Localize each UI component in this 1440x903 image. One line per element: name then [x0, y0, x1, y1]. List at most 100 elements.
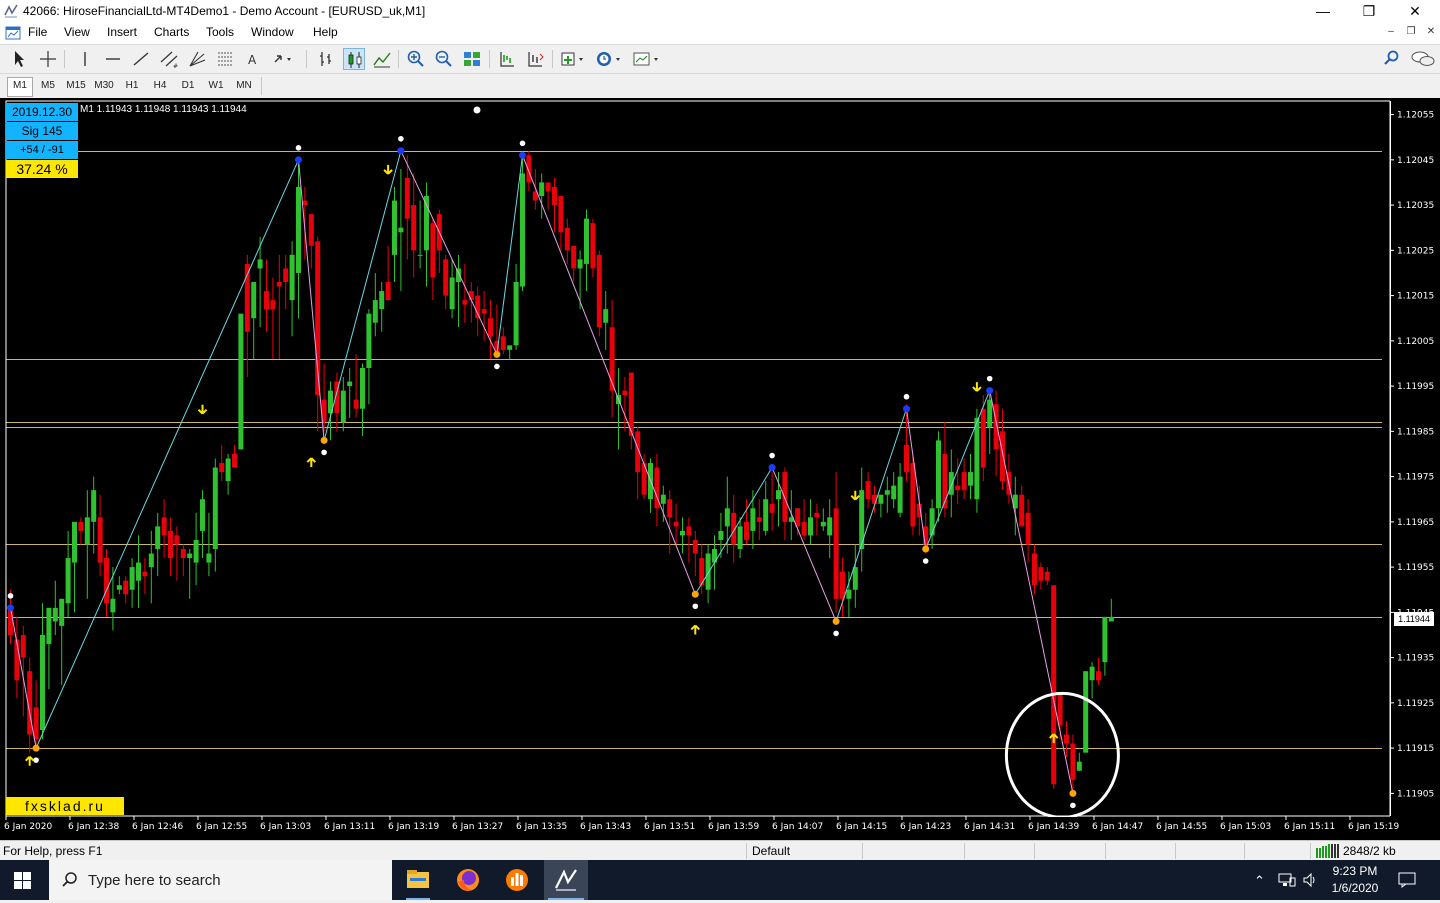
autoscroll-icon[interactable]: [524, 48, 546, 70]
status-separator: [1310, 843, 1311, 859]
bull-candle: [52, 580, 58, 635]
candle-body: [942, 453, 948, 509]
menu-view[interactable]: View: [64, 25, 90, 39]
bull-candle: [1083, 671, 1089, 753]
indicators-dropdown-icon[interactable]: [559, 48, 587, 70]
bull-candle: [584, 209, 589, 292]
candle-body: [814, 512, 820, 518]
gann-fan-icon[interactable]: [186, 48, 208, 70]
windows-start-icon[interactable]: [14, 872, 31, 889]
templates-dropdown-icon[interactable]: [632, 48, 662, 70]
menu-insert[interactable]: Insert: [107, 25, 137, 39]
timeframe-m5[interactable]: M5: [35, 77, 61, 95]
bull-candle: [827, 499, 833, 559]
candle-body: [884, 490, 890, 495]
line-chart-icon[interactable]: [371, 48, 393, 70]
info-signal-count: Sig 145: [6, 122, 78, 140]
price-tick-label: 1.12045: [1397, 156, 1434, 166]
bar-chart-icon[interactable]: [315, 48, 337, 70]
candle-body: [46, 607, 52, 645]
vertical-line-icon[interactable]: [74, 48, 96, 70]
menu-file[interactable]: File: [28, 25, 47, 39]
crosshair-icon[interactable]: [37, 48, 59, 70]
horizontal-line-icon[interactable]: [102, 48, 124, 70]
notifications-icon[interactable]: [1398, 872, 1416, 888]
chart-window-icon[interactable]: [5, 25, 21, 41]
bear-candle: [833, 472, 839, 613]
trendline-icon[interactable]: [130, 48, 152, 70]
metatrader-taskbar-icon[interactable]: [544, 860, 588, 900]
pivot-marker: [903, 393, 910, 400]
candle-body: [20, 634, 26, 658]
taskbar-search-box[interactable]: Type here to search: [49, 860, 392, 900]
connection-bars-icon[interactable]: [1316, 844, 1340, 858]
bull-candle: [929, 499, 935, 550]
candlestick-chart-icon[interactable]: [343, 48, 365, 70]
timeframe-w1[interactable]: W1: [203, 77, 229, 95]
bull-candle: [360, 363, 365, 436]
zoom-in-icon[interactable]: [405, 48, 427, 70]
cursor-icon[interactable]: [8, 48, 30, 70]
text-label-icon[interactable]: A: [242, 48, 264, 70]
maximize-button[interactable]: ❐: [1346, 0, 1392, 22]
chart-app-icon[interactable]: [497, 860, 537, 900]
timeframe-h1[interactable]: H1: [119, 77, 145, 95]
arrows-dropdown-icon[interactable]: [272, 48, 294, 70]
bear-candle: [97, 494, 103, 577]
zoom-out-icon[interactable]: [433, 48, 455, 70]
close-button[interactable]: ✕: [1392, 0, 1438, 22]
clock-date[interactable]: 1/6/2020: [1330, 881, 1380, 895]
candle-body: [1083, 671, 1089, 753]
tray-chevron-icon[interactable]: ⌃: [1254, 873, 1265, 889]
chart-shift-icon[interactable]: [496, 48, 518, 70]
bull-candle: [212, 458, 218, 572]
timeframe-m30[interactable]: M30: [91, 77, 117, 95]
timeframe-m1[interactable]: M1: [7, 77, 33, 97]
file-explorer-icon[interactable]: [398, 860, 438, 900]
search-icon[interactable]: [1381, 48, 1403, 70]
equidistant-channel-icon[interactable]: #: [158, 48, 180, 70]
timeframe-d1[interactable]: D1: [175, 77, 201, 95]
status-separator: [746, 843, 747, 859]
child-restore-icon[interactable]: ❐: [1403, 26, 1419, 40]
child-close-icon[interactable]: ✕: [1423, 26, 1439, 40]
bull-candle: [129, 558, 135, 608]
chat-icon[interactable]: [1410, 48, 1436, 70]
candle-body: [417, 254, 423, 256]
timeframe-mn[interactable]: MN: [231, 77, 257, 95]
menu-window[interactable]: Window: [251, 25, 294, 39]
child-minimize-icon[interactable]: –: [1383, 26, 1399, 40]
chart-window[interactable]: 1.12055 1.12045 1.12035 1.12025 1.12015 1.120…: [0, 98, 1440, 840]
candle-body: [1025, 512, 1031, 545]
volume-icon[interactable]: [1302, 872, 1318, 888]
zigzag-segment: [906, 408, 927, 550]
menu-help[interactable]: Help: [313, 25, 338, 39]
bear-candle: [628, 372, 634, 450]
network-icon[interactable]: [1278, 873, 1296, 887]
window-title: 42066: HiroseFinancialLtd-MT4Demo1 - Dem…: [23, 4, 426, 18]
timeframe-m15[interactable]: M15: [63, 77, 89, 95]
menu-charts[interactable]: Charts: [154, 25, 189, 39]
firefox-icon[interactable]: [448, 860, 488, 900]
bear-candle: [500, 327, 506, 355]
time-tick-label: 6 Jan 14:07: [772, 822, 823, 832]
candle-body: [1064, 734, 1069, 744]
zigzag-segment: [694, 467, 773, 595]
bear-candle: [385, 245, 391, 301]
clock-time[interactable]: 9:23 PM: [1330, 864, 1380, 878]
timeframe-h4[interactable]: H4: [147, 77, 173, 95]
pivot-marker: [519, 140, 526, 147]
price-chart[interactable]: 1.12055 1.12045 1.12035 1.12025 1.12015 1.120…: [0, 98, 1440, 840]
info-percent: 37.24 %: [6, 160, 78, 178]
candle-body: [500, 336, 506, 350]
tile-windows-icon[interactable]: [461, 48, 483, 70]
minimize-button[interactable]: —: [1300, 0, 1346, 22]
menu-tools[interactable]: Tools: [206, 25, 234, 39]
bull-candle: [155, 512, 161, 577]
fibonacci-icon[interactable]: [214, 48, 236, 70]
zigzag-segment: [835, 408, 907, 622]
bear-candle: [558, 196, 564, 251]
bull-candle: [398, 168, 404, 292]
bull-candle: [225, 453, 231, 495]
periods-dropdown-icon[interactable]: [594, 48, 624, 70]
